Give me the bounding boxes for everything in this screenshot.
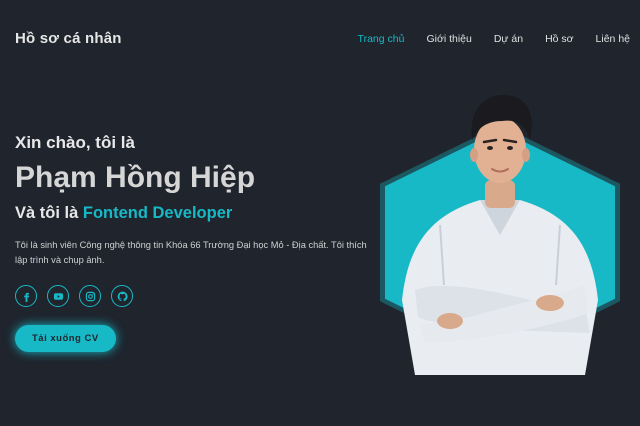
role-line: Và tôi là Fontend Developer xyxy=(15,202,395,224)
nav-item-contact[interactable]: Liên hệ xyxy=(596,33,630,45)
greeting: Xin chào, tôi là xyxy=(15,133,135,152)
nav-item-about[interactable]: Giới thiệu xyxy=(426,33,471,45)
home-content: Xin chào, tôi là Phạm Hồng Hiệp Và tôi l… xyxy=(15,132,395,352)
site-logo[interactable]: Hồ sơ cá nhân xyxy=(15,30,122,47)
github-icon xyxy=(117,291,128,301)
person-name: Phạm Hồng Hiệp xyxy=(15,161,256,194)
instagram-link[interactable] xyxy=(79,285,101,307)
role-title: Fontend Developer xyxy=(82,204,233,222)
header: Hồ sơ cá nhân Trang chủ Giới thiệu Dự án… xyxy=(0,0,640,80)
youtube-icon xyxy=(53,292,63,300)
main-nav: Trang chủ Giới thiệu Dự án Hồ sơ Liên hệ xyxy=(336,33,630,45)
role-prefix: Và tôi là xyxy=(15,204,83,222)
profile-image-frame xyxy=(380,85,620,375)
profile-photo xyxy=(402,94,598,375)
description: Tôi là sinh viên Công nghệ thông tin Khó… xyxy=(15,240,367,265)
facebook-link[interactable] xyxy=(15,285,37,307)
facebook-icon xyxy=(23,292,29,302)
nav-item-projects[interactable]: Dự án xyxy=(494,33,523,45)
nav-item-home[interactable]: Trang chủ xyxy=(358,33,405,45)
instagram-icon xyxy=(85,291,95,301)
social-links xyxy=(15,285,395,307)
github-link[interactable] xyxy=(111,285,133,307)
youtube-link[interactable] xyxy=(47,285,69,307)
nav-item-resume[interactable]: Hồ sơ xyxy=(545,33,573,45)
download-cv-button[interactable]: Tải xuống CV xyxy=(15,325,116,352)
